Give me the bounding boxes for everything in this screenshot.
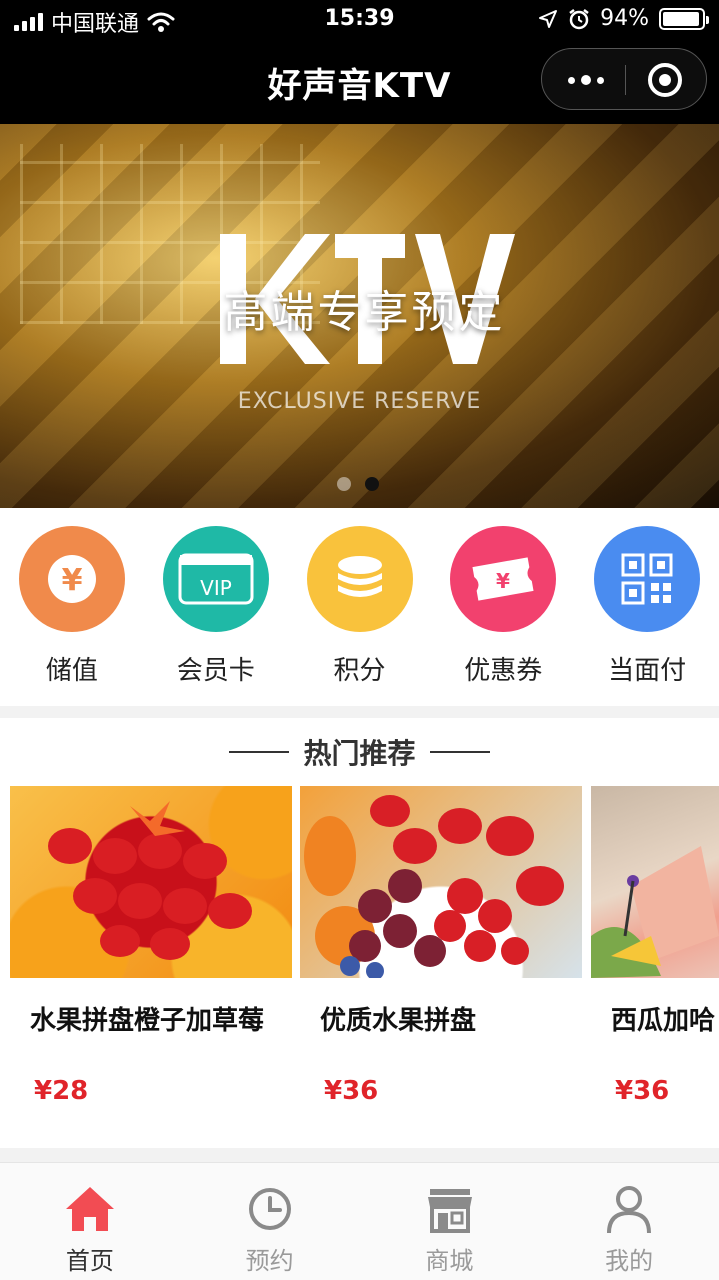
banner-title: 高端专享预定 bbox=[223, 287, 506, 338]
product-price: ¥36 bbox=[324, 1076, 379, 1106]
menu-item-label: 储值 bbox=[45, 656, 98, 686]
product-name: 水果拼盘橙子加草莓 bbox=[30, 1006, 265, 1036]
battery-icon bbox=[659, 7, 709, 30]
product-card[interactable]: 西瓜加哈 ¥36 bbox=[591, 786, 719, 1126]
product-name: 优质水果拼盘 bbox=[320, 1006, 477, 1036]
title-line-left bbox=[229, 751, 290, 753]
tab-mall[interactable]: 商城 bbox=[360, 1163, 540, 1280]
product-price: ¥28 bbox=[34, 1076, 89, 1106]
title-line-right bbox=[429, 751, 490, 753]
close-target-icon[interactable] bbox=[648, 63, 682, 97]
banner-carousel[interactable]: 高端专享预定 EXCLUSIVE RESERVE bbox=[0, 124, 719, 508]
shop-icon bbox=[427, 1189, 472, 1233]
yen-coin-icon: ¥ bbox=[19, 526, 125, 632]
tab-label: 预约 bbox=[245, 1247, 294, 1275]
banner-subtitle: EXCLUSIVE RESERVE bbox=[237, 389, 482, 414]
status-right: 94% bbox=[538, 6, 709, 31]
battery-percent: 94% bbox=[600, 6, 649, 31]
home-icon bbox=[66, 1187, 114, 1231]
product-image-fruit-platter bbox=[300, 786, 582, 978]
section-divider bbox=[0, 706, 719, 718]
quick-menu: ¥ 储值 VIP 会员卡 积分 ¥ 优惠券 当面付 bbox=[0, 508, 719, 706]
menu-item-member-card[interactable]: VIP 会员卡 bbox=[144, 508, 288, 706]
tab-label: 首页 bbox=[65, 1247, 114, 1275]
carousel-dot-active[interactable] bbox=[365, 477, 379, 491]
carousel-indicator bbox=[337, 477, 379, 491]
menu-item-label: 会员卡 bbox=[176, 656, 255, 686]
tab-mine[interactable]: 我的 bbox=[539, 1163, 719, 1280]
menu-item-points[interactable]: 积分 bbox=[288, 508, 432, 706]
svg-text:¥: ¥ bbox=[62, 563, 83, 598]
product-image-strawberry-orange bbox=[10, 786, 292, 978]
navigation-bar: 好声音KTV bbox=[0, 40, 719, 124]
menu-item-stored-value[interactable]: ¥ 储值 bbox=[0, 508, 144, 706]
menu-item-label: 当面付 bbox=[608, 656, 687, 686]
product-scroll-list[interactable]: 水果拼盘橙子加草莓 ¥28 优质水果拼盘 ¥36 西瓜加哈 ¥36 bbox=[0, 786, 719, 1146]
more-options-icon[interactable] bbox=[568, 75, 604, 85]
tab-home[interactable]: 首页 bbox=[0, 1163, 180, 1280]
capsule-divider bbox=[625, 65, 626, 95]
tab-reserve[interactable]: 预约 bbox=[180, 1163, 360, 1280]
location-arrow-icon bbox=[539, 9, 558, 28]
tab-label: 商城 bbox=[425, 1247, 474, 1275]
status-bar: 中国联通 15:39 94% bbox=[0, 0, 719, 40]
menu-item-label: 积分 bbox=[333, 656, 386, 686]
coin-stack-icon bbox=[306, 526, 413, 632]
alarm-icon bbox=[569, 8, 589, 29]
clock-icon bbox=[248, 1188, 291, 1230]
menu-item-face-pay[interactable]: 当面付 bbox=[575, 508, 719, 706]
product-price: ¥36 bbox=[615, 1076, 670, 1106]
product-name: 西瓜加哈 bbox=[611, 1006, 716, 1036]
user-icon bbox=[607, 1186, 652, 1234]
tab-label: 我的 bbox=[605, 1247, 654, 1275]
miniprogram-capsule bbox=[541, 48, 707, 110]
hot-recommend-header: 热门推荐 bbox=[0, 730, 719, 774]
vip-card-icon: VIP bbox=[162, 526, 269, 632]
svg-text:¥: ¥ bbox=[496, 569, 510, 593]
menu-item-coupon[interactable]: ¥ 优惠券 bbox=[431, 508, 575, 706]
section-divider bbox=[0, 1148, 719, 1162]
section-title: 热门推荐 bbox=[303, 737, 416, 770]
product-card[interactable]: 优质水果拼盘 ¥36 bbox=[300, 786, 582, 1126]
product-image-watermelon bbox=[591, 786, 719, 978]
menu-item-label: 优惠券 bbox=[464, 656, 543, 686]
product-card[interactable]: 水果拼盘橙子加草莓 ¥28 bbox=[10, 786, 292, 1126]
coupon-icon: ¥ bbox=[450, 526, 557, 632]
carousel-dot[interactable] bbox=[337, 477, 351, 491]
bottom-tab-bar: 首页 预约 商城 我的 bbox=[0, 1162, 719, 1280]
svg-text:VIP: VIP bbox=[200, 576, 232, 600]
qr-code-icon bbox=[594, 526, 701, 632]
